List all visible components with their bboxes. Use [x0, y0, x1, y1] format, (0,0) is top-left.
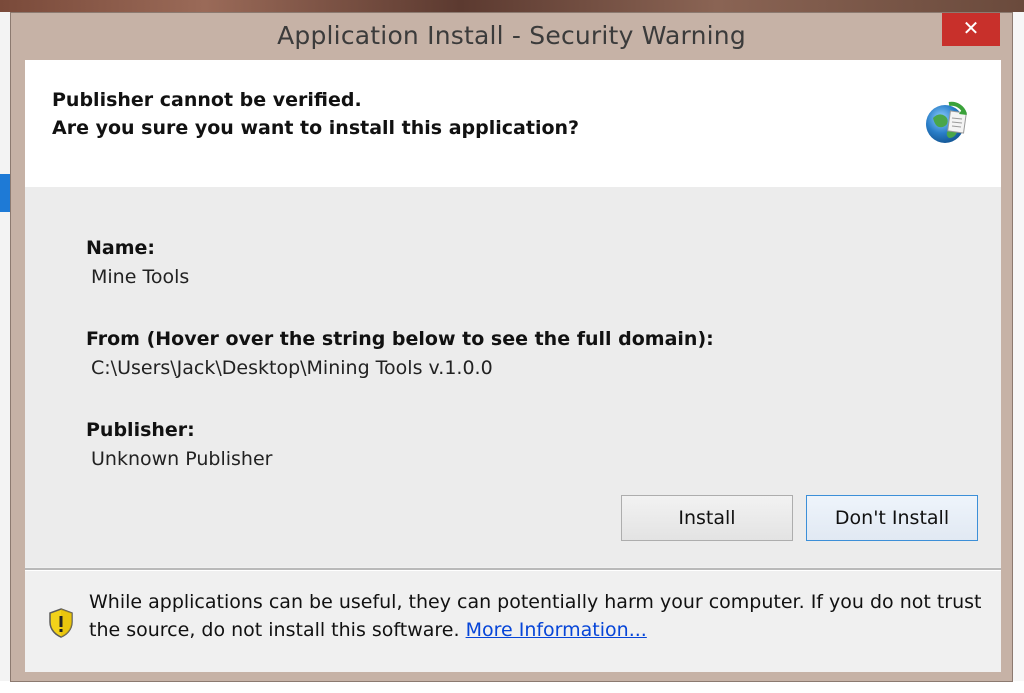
publisher-label: Publisher:: [86, 419, 195, 441]
security-warning-dialog: Application Install - Security Warning ✕…: [10, 12, 1013, 682]
background-bottom-strip: [0, 681, 1024, 693]
dialog-content: Publisher cannot be verified. Are you su…: [25, 60, 1001, 672]
close-button[interactable]: ✕: [942, 13, 1000, 46]
background-window: [0, 0, 1024, 12]
header-warning-line: Publisher cannot be verified.: [52, 89, 362, 111]
shield-warning-icon: [49, 608, 73, 638]
dialog-header: Publisher cannot be verified. Are you su…: [25, 60, 1001, 187]
from-label: From (Hover over the string below to see…: [86, 328, 714, 350]
window-title: Application Install - Security Warning: [277, 21, 746, 50]
publisher-value: Unknown Publisher: [91, 448, 273, 470]
warning-footer: While applications can be useful, they c…: [25, 571, 1001, 672]
name-label: Name:: [86, 237, 156, 259]
from-value[interactable]: C:\Users\Jack\Desktop\Mining Tools v.1.0…: [91, 357, 493, 379]
name-value: Mine Tools: [91, 266, 190, 288]
header-question-line: Are you sure you want to install this ap…: [52, 117, 580, 139]
dont-install-button[interactable]: Don't Install: [806, 495, 978, 541]
warning-message: While applications can be useful, they c…: [89, 588, 989, 644]
install-button[interactable]: Install: [621, 495, 793, 541]
more-information-link[interactable]: More Information...: [466, 619, 647, 641]
clickonce-globe-icon: [926, 101, 967, 143]
title-bar[interactable]: Application Install - Security Warning ✕: [11, 13, 1012, 59]
